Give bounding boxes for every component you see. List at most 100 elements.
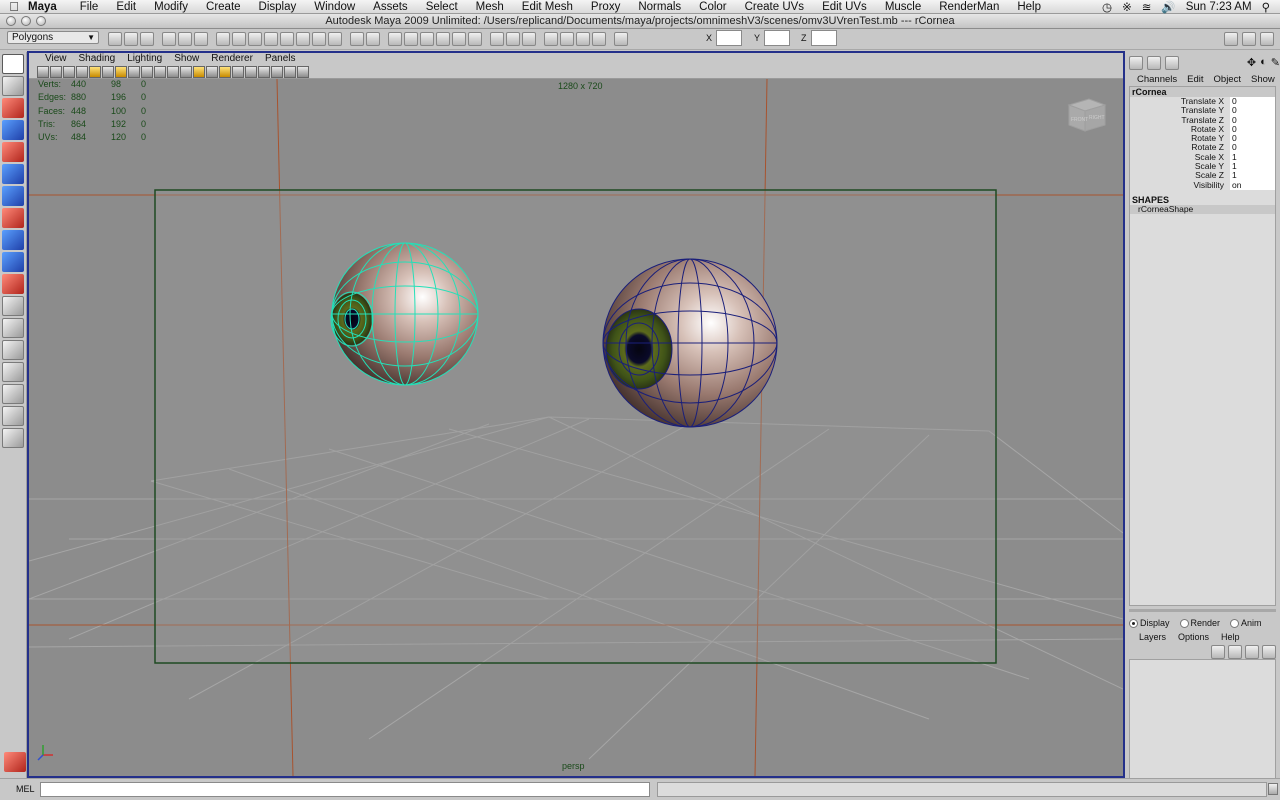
render-current-frame-icon[interactable] <box>506 32 520 46</box>
gate-mask-icon[interactable] <box>128 65 140 78</box>
panel-menu-panels[interactable]: Panels <box>259 53 302 65</box>
history-icon[interactable] <box>312 32 326 46</box>
scene-view[interactable] <box>29 79 1123 776</box>
snap-point-icon[interactable] <box>264 32 278 46</box>
show-manipulator-tool-icon[interactable] <box>2 230 24 250</box>
spotlight-icon[interactable]: ⚲ <box>1262 0 1270 14</box>
persp-outliner-layout-icon[interactable] <box>2 340 24 360</box>
isolate-select-icon[interactable] <box>258 65 270 78</box>
menu-set-dropdown[interactable]: Polygons ▼ <box>7 31 99 44</box>
sphere-icon[interactable]: ◐ <box>1260 56 1267 72</box>
four-view-layout-icon[interactable] <box>2 318 24 338</box>
high-quality-icon[interactable] <box>284 65 296 78</box>
channel-layer-toggle-icon[interactable] <box>1165 56 1179 70</box>
apple-menu-icon[interactable]:  <box>0 0 28 14</box>
lightbulb-icon[interactable] <box>219 65 231 78</box>
mask-handles-icon[interactable] <box>388 32 402 46</box>
move-tool-icon[interactable] <box>2 120 24 140</box>
menu-create-uvs[interactable]: Create UVs <box>736 1 813 13</box>
scale-tool-icon[interactable] <box>2 164 24 184</box>
mask-joints-icon[interactable] <box>404 32 418 46</box>
textured-icon[interactable] <box>193 65 205 78</box>
hypershade-layout-icon[interactable] <box>2 384 24 404</box>
menu-renderman[interactable]: RenderMan <box>930 1 1008 13</box>
panel-menu-show[interactable]: Show <box>168 53 205 65</box>
move-icon[interactable]: ✥ <box>1247 56 1256 72</box>
mask-surfaces-icon[interactable] <box>436 32 450 46</box>
new-layer-selected-icon[interactable] <box>1228 645 1242 659</box>
wifi-icon[interactable]: ≊ <box>1142 0 1152 14</box>
resolution-gate-icon[interactable] <box>115 65 127 78</box>
single-perspective-layout-icon[interactable] <box>2 296 24 316</box>
volume-icon[interactable]: 🔊 <box>1161 0 1175 14</box>
anim-layer-radio[interactable]: Anim <box>1230 618 1262 629</box>
mask-curves-icon[interactable] <box>420 32 434 46</box>
menu-proxy[interactable]: Proxy <box>582 1 629 13</box>
select-camera-icon[interactable] <box>37 65 49 78</box>
mel-command-input[interactable] <box>40 782 650 797</box>
lock-icon[interactable] <box>350 32 364 46</box>
snap-curve-icon[interactable] <box>248 32 262 46</box>
select-hierarchy-icon[interactable] <box>162 32 176 46</box>
new-empty-layer-icon[interactable] <box>1245 645 1259 659</box>
tool-settings-icon[interactable] <box>1242 32 1256 46</box>
pick-mask-icon[interactable] <box>216 32 230 46</box>
last-tool-icon[interactable] <box>2 252 24 272</box>
input-ops-icon[interactable] <box>366 32 380 46</box>
panel-menu-renderer[interactable]: Renderer <box>205 53 259 65</box>
safe-action-icon[interactable] <box>154 65 166 78</box>
perspective-viewport[interactable]: View Shading Lighting Show Renderer Pane… <box>27 51 1125 778</box>
open-scene-icon[interactable] <box>124 32 138 46</box>
bluetooth-icon[interactable]: ※ <box>1122 0 1132 14</box>
snap-grid-icon[interactable] <box>232 32 246 46</box>
outliner-layout-icon[interactable] <box>2 406 24 426</box>
shadows-icon[interactable] <box>232 65 244 78</box>
soft-mod-tool-icon[interactable] <box>2 208 24 228</box>
panel-menu-view[interactable]: View <box>39 53 73 65</box>
manipulator-tool-icon[interactable] <box>2 186 24 206</box>
channel-box-icon[interactable] <box>1260 32 1274 46</box>
add-to-layer-icon[interactable] <box>1262 645 1276 659</box>
snap-live-icon[interactable] <box>296 32 310 46</box>
channel-menu-object[interactable]: Object <box>1204 74 1241 86</box>
menu-modify[interactable]: Modify <box>145 1 197 13</box>
time-machine-icon[interactable]: ◷ <box>1102 0 1112 14</box>
camera-attributes-icon[interactable] <box>50 65 62 78</box>
mel-label[interactable]: MEL <box>16 784 35 794</box>
view-cube-icon[interactable]: FRONT RIGHT <box>1065 95 1109 135</box>
input-field-toggle-icon[interactable] <box>614 32 628 46</box>
y-coordinate-input[interactable] <box>764 30 791 46</box>
channel-menu-edit[interactable]: Edit <box>1177 74 1203 86</box>
channel-menu-show[interactable]: Show <box>1241 74 1275 86</box>
menu-select[interactable]: Select <box>417 1 467 13</box>
attribute-editor-icon[interactable] <box>1224 32 1238 46</box>
new-layer-icon[interactable] <box>1211 645 1225 659</box>
ipr-render-icon[interactable] <box>522 32 536 46</box>
pencil-icon[interactable]: ✎ <box>1271 56 1280 72</box>
panel-menu-shading[interactable]: Shading <box>73 53 122 65</box>
menu-create[interactable]: Create <box>197 1 250 13</box>
grid-icon[interactable] <box>89 65 101 78</box>
mask-dynamics-icon[interactable] <box>468 32 482 46</box>
mask-deformers-icon[interactable] <box>452 32 466 46</box>
menubar-clock[interactable]: Sun 7:23 AM <box>1186 1 1252 13</box>
layer-menu-help[interactable]: Help <box>1209 632 1240 642</box>
menu-mesh[interactable]: Mesh <box>467 1 513 13</box>
custom-tool-icon[interactable] <box>2 274 24 294</box>
menu-edit[interactable]: Edit <box>107 1 145 13</box>
two-sided-lighting-icon[interactable] <box>297 65 309 78</box>
select-object-icon[interactable] <box>178 32 192 46</box>
panel-split-handle[interactable] <box>1129 609 1276 612</box>
menu-edit-mesh[interactable]: Edit Mesh <box>513 1 582 13</box>
menu-color[interactable]: Color <box>690 1 735 13</box>
panel-menu-lighting[interactable]: Lighting <box>121 53 168 65</box>
menu-help[interactable]: Help <box>1008 1 1050 13</box>
image-plane-icon[interactable] <box>76 65 88 78</box>
layer-menu-layers[interactable]: Layers <box>1127 632 1166 642</box>
frame-all-icon[interactable] <box>271 65 283 78</box>
xray-icon[interactable] <box>245 65 257 78</box>
render-view-icon[interactable] <box>576 32 590 46</box>
smooth-shade-icon[interactable] <box>180 65 192 78</box>
display-layer-radio[interactable]: Display <box>1129 618 1170 629</box>
lasso-tool-icon[interactable] <box>2 76 24 96</box>
